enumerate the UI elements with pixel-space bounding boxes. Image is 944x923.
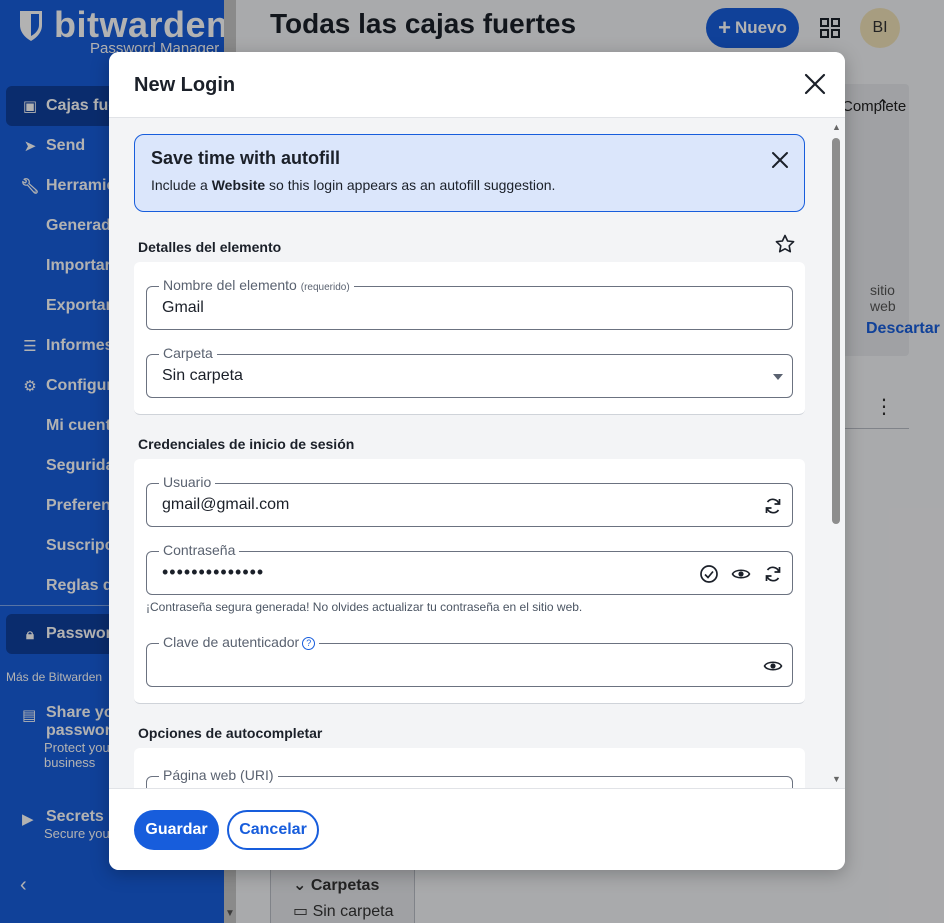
password-helper-text: ¡Contraseña segura generada! No olvides … xyxy=(146,600,583,614)
check-password-icon[interactable] xyxy=(699,564,719,584)
uri-field[interactable]: Página web (URI) xyxy=(146,767,793,788)
generate-username-icon[interactable] xyxy=(763,496,783,516)
item-name-input[interactable]: Gmail xyxy=(162,299,204,317)
callout-description: Include a Website so this login appears … xyxy=(151,177,556,193)
login-credentials-card: Usuario gmail@gmail.com Contraseña •••••… xyxy=(134,459,805,704)
generate-password-icon[interactable] xyxy=(763,564,783,584)
username-field[interactable]: Usuario gmail@gmail.com xyxy=(146,474,793,527)
dialog-header: New Login xyxy=(109,52,845,118)
scrollbar-thumb[interactable] xyxy=(832,138,840,524)
dialog-footer: Guardar Cancelar xyxy=(109,788,845,870)
new-login-dialog: New Login Save time with autofill Includ… xyxy=(109,52,845,870)
help-icon[interactable]: ? xyxy=(302,637,316,650)
item-details-heading: Detalles del elemento xyxy=(138,239,282,255)
autofill-callout: Save time with autofill Include a Websit… xyxy=(134,134,805,212)
callout-title: Save time with autofill xyxy=(151,148,341,168)
authenticator-key-field[interactable]: Clave de autenticador? xyxy=(146,634,793,687)
autofill-options-heading: Opciones de autocompletar xyxy=(138,725,323,741)
folder-select[interactable]: Carpeta Sin carpeta xyxy=(146,345,793,398)
autofill-options-card: Página web (URI) xyxy=(134,748,805,788)
scroll-down-icon[interactable]: ▼ xyxy=(832,774,841,784)
dialog-scrollbar[interactable]: ▲ ▼ xyxy=(831,122,841,784)
close-icon[interactable] xyxy=(803,72,827,96)
item-details-card: Nombre del elemento (requerido) Gmail Ca… xyxy=(134,262,805,415)
item-name-field[interactable]: Nombre del elemento (requerido) Gmail xyxy=(146,277,793,330)
save-button[interactable]: Guardar xyxy=(134,810,219,850)
eye-icon[interactable] xyxy=(731,564,751,584)
favorite-star-icon[interactable] xyxy=(775,234,795,254)
password-input[interactable]: •••••••••••••• xyxy=(162,562,264,583)
dialog-title: New Login xyxy=(134,74,236,96)
cancel-button[interactable]: Cancelar xyxy=(227,810,319,850)
chevron-down-icon xyxy=(773,374,783,380)
password-field[interactable]: Contraseña •••••••••••••• xyxy=(146,542,793,595)
dismiss-callout-icon[interactable] xyxy=(771,151,789,169)
login-credentials-heading: Credenciales de inicio de sesión xyxy=(138,436,355,452)
scroll-up-icon[interactable]: ▲ xyxy=(832,122,841,132)
username-input[interactable]: gmail@gmail.com xyxy=(162,496,289,514)
dialog-body: Save time with autofill Include a Websit… xyxy=(109,118,845,788)
eye-icon[interactable] xyxy=(763,656,783,676)
